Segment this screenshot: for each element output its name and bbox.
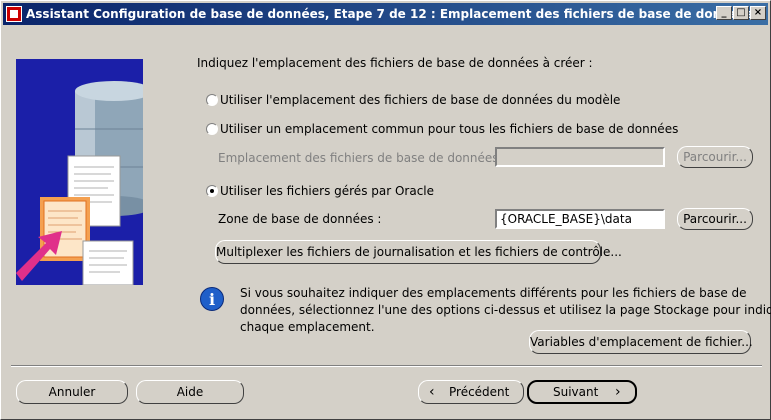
info-icon: i xyxy=(200,287,224,311)
title-bar[interactable]: Assistant Configuration de base de donné… xyxy=(3,3,768,25)
info-text-line1: Si vous souhaitez indiquer des emplaceme… xyxy=(240,286,747,300)
help-button[interactable]: Aide xyxy=(136,380,244,404)
radio-oracle-managed[interactable] xyxy=(206,185,218,197)
info-text-line2: données, sélectionnez l'une des options … xyxy=(240,303,771,317)
radio-template-location[interactable] xyxy=(206,94,218,106)
window-title: Assistant Configuration de base de donné… xyxy=(26,7,754,21)
next-button-label: Suivant xyxy=(553,385,599,399)
app-icon xyxy=(6,6,22,22)
info-text-line3: chaque emplacement. xyxy=(240,320,375,334)
maximize-button[interactable]: □ xyxy=(733,6,749,20)
db-area-field[interactable] xyxy=(495,209,665,229)
chevron-right-icon: › xyxy=(615,384,621,400)
database-files-illustration xyxy=(16,81,143,285)
chevron-left-icon: ‹ xyxy=(429,384,435,400)
footer-separator xyxy=(11,365,762,367)
minimize-button[interactable]: _ xyxy=(716,6,732,20)
option-common-location-label[interactable]: Utiliser un emplacement commun pour tous… xyxy=(220,122,678,136)
radio-common-location[interactable] xyxy=(206,123,218,135)
next-button[interactable]: Suivant › xyxy=(527,380,637,404)
cancel-button[interactable]: Annuler xyxy=(16,380,128,404)
common-location-field[interactable] xyxy=(495,147,665,167)
option-oracle-managed-label[interactable]: Utiliser les fichiers gérés par Oracle xyxy=(220,184,434,198)
db-area-label: Zone de base de données : xyxy=(218,212,382,226)
back-button[interactable]: ‹ Précédent xyxy=(418,380,524,404)
wizard-illustration xyxy=(16,59,143,285)
browse-db-area-button[interactable]: Parcourir... xyxy=(677,208,753,230)
browse-common-button[interactable]: Parcourir... xyxy=(677,146,753,168)
instruction-text: Indiquez l'emplacement des fichiers de b… xyxy=(197,56,593,70)
back-button-label: Précédent xyxy=(449,385,510,399)
multiplex-button[interactable]: Multiplexer les fichiers de journalisati… xyxy=(215,240,622,264)
close-button[interactable]: × xyxy=(750,6,766,20)
wizard-window: Assistant Configuration de base de donné… xyxy=(0,0,771,420)
common-location-label: Emplacement des fichiers de base de donn… xyxy=(218,151,507,165)
option-template-location-label[interactable]: Utiliser l'emplacement des fichiers de b… xyxy=(220,93,620,107)
file-location-variables-button[interactable]: Variables d'emplacement de fichier... xyxy=(529,330,753,354)
